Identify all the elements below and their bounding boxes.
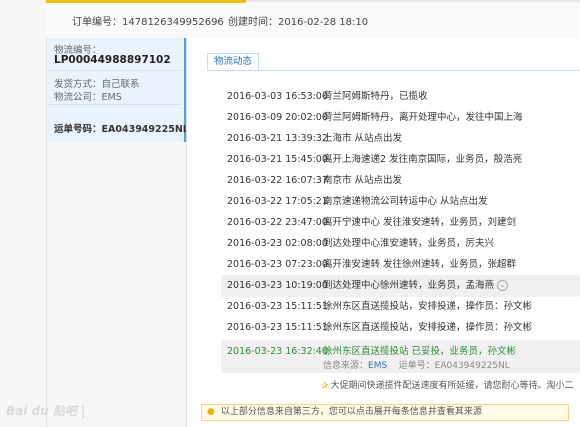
order-created-time: 创建时间：2016-02-28 18:10 <box>228 17 369 28</box>
event-desc: 上海市 从站点出发 <box>323 133 403 144</box>
event-desc: 离开上海速递2 发往南京国际，业务员，殷浩亮 <box>323 154 523 165</box>
event-desc: 南京市 从站点出发 <box>323 175 403 186</box>
event-desc: 南京速递物流公司转运中心 从站点出发 <box>323 196 488 207</box>
watermark: Bai du 贴吧 | <box>6 404 86 418</box>
event-time: 2016-03-23 15:11:51 <box>227 301 328 312</box>
source-link[interactable]: EMS <box>368 361 387 371</box>
divider <box>48 104 182 105</box>
logistics-company: 物流公司：EMS <box>54 92 122 103</box>
event-desc: 徐州东区直送揽投站，安排投递，操作员：孙文彬 <box>323 322 533 333</box>
event-desc: 到达处理中心淮安速转，业务员，厉夫兴 <box>323 238 495 249</box>
delivered-event: 2016-03-23 16:32:40徐州东区直送揽投站 已妥投，业务员，孙文彬 <box>227 343 516 357</box>
event-desc: 到达处理中心徐州速转，业务员，孟海燕 <box>323 280 495 291</box>
event-desc: 徐州东区直送揽投站，安排投递，操作员：孙文彬 <box>323 301 533 312</box>
speaker-icon: ✰ <box>321 381 329 391</box>
waybill-number: 运单号码：EA043949225NL <box>54 124 189 135</box>
event-time: 2016-03-22 16:07:37 <box>227 175 328 186</box>
tracking-event-delivered[interactable]: 2016-03-23 16:32:40徐州东区直送揽投站 已妥投，业务员，孙文彬… <box>221 340 580 373</box>
third-party-tip: ● 以上部分信息来自第三方，您可以点击展开每条信息并查看其来源 <box>201 404 569 421</box>
event-time: 2016-03-22 17:05:21 <box>227 196 328 207</box>
event-desc: 徐州东区直送揽投站 已妥投，业务员，孙文彬 <box>323 346 517 357</box>
tracking-event-row[interactable]: 2016-03-21 13:39:32上海市 从站点出发 <box>227 128 402 150</box>
tracking-panel: 物流动态 2016-03-03 16:53:00荷兰阿姆斯特丹，已揽收 2016… <box>186 38 580 427</box>
tracking-event-row[interactable]: 2016-03-09 20:02:00荷兰阿姆斯特丹，离开处理中心，发往中国上海 <box>227 107 523 129</box>
event-time: 2016-03-23 16:32:40 <box>227 346 328 357</box>
lightbulb-icon: ● <box>207 407 215 417</box>
order-number: 订单编号：1478126349952696 <box>72 17 224 28</box>
event-desc: 离开宁速中心 发往淮安速转，业务员，刘建剑 <box>323 217 517 228</box>
tracking-event-row[interactable]: 2016-03-23 07:23:00离开淮安速转 发往徐州速转，业务员，张超群 <box>227 254 516 276</box>
tracking-event-row[interactable]: 2016-03-22 16:07:37南京市 从站点出发 <box>227 170 402 192</box>
page-edge <box>46 36 47 427</box>
divider <box>48 70 182 71</box>
event-time: 2016-03-09 20:02:00 <box>227 112 328 123</box>
event-time: 2016-03-22 23:47:00 <box>227 217 328 228</box>
event-desc: 离开淮安速转 发往徐州速转，业务员，张超群 <box>323 259 517 270</box>
ship-method: 发货方式：自己联系 <box>54 79 140 90</box>
order-header: 订单编号：1478126349952696 创建时间：2016-02-28 18… <box>46 0 580 39</box>
event-time: 2016-03-23 10:19:00 <box>227 280 328 291</box>
logistics-id: LP00044988897102 <box>54 54 171 66</box>
event-time: 2016-03-23 07:23:00 <box>227 259 328 270</box>
promo-notice: ✰ 大促期间快递揽件配送速度有所延缓，请您耐心等待。淘小二 <box>321 381 574 391</box>
tracking-event-row[interactable]: 2016-03-23 15:11:51徐州东区直送揽投站，安排投递，操作员：孙文… <box>227 296 532 318</box>
event-desc: 荷兰阿姆斯特丹，已揽收 <box>323 91 428 102</box>
tab-underline <box>207 70 580 71</box>
tracking-event-row[interactable]: 2016-03-22 17:05:21南京速递物流公司转运中心 从站点出发 <box>227 191 488 213</box>
event-time: 2016-03-23 15:11:51 <box>227 322 328 333</box>
event-desc: 荷兰阿姆斯特丹，离开处理中心，发往中国上海 <box>323 112 523 123</box>
tracking-event-row-hovered[interactable]: 2016-03-23 10:19:00到达处理中心徐州速转，业务员，孟海燕 ⌄ <box>221 275 580 297</box>
event-time: 2016-03-21 13:39:32 <box>227 133 328 144</box>
header-accent-stripe <box>46 0 246 3</box>
chevron-down-icon[interactable]: ⌄ <box>497 280 509 291</box>
tab-logistics-updates[interactable]: 物流动态 <box>207 53 260 71</box>
event-time: 2016-03-03 16:53:00 <box>227 91 328 102</box>
tracking-event-row[interactable]: 2016-03-23 15:11:51徐州东区直送揽投站，安排投递，操作员：孙文… <box>227 317 532 339</box>
tracking-event-row[interactable]: 2016-03-03 16:53:00荷兰阿姆斯特丹，已揽收 <box>227 86 428 108</box>
event-time: 2016-03-23 02:08:00 <box>227 238 328 249</box>
tracking-event-row[interactable]: 2016-03-22 23:47:00离开宁速中心 发往淮安速转，业务员，刘建剑 <box>227 212 516 234</box>
event-source-line: 信息来源：EMS 运单号：EA043949225NL <box>323 361 510 371</box>
tracking-event-row[interactable]: 2016-03-23 02:08:00到达处理中心淮安速转，业务员，厉夫兴 <box>227 233 494 255</box>
event-time: 2016-03-21 15:45:00 <box>227 154 328 165</box>
logistics-package-card[interactable]: 物流编号： LP00044988897102 发货方式：自己联系 物流公司：EM… <box>48 38 189 142</box>
tracking-event-row[interactable]: 2016-03-21 15:45:00离开上海速递2 发往南京国际，业务员，殷浩… <box>227 149 522 171</box>
